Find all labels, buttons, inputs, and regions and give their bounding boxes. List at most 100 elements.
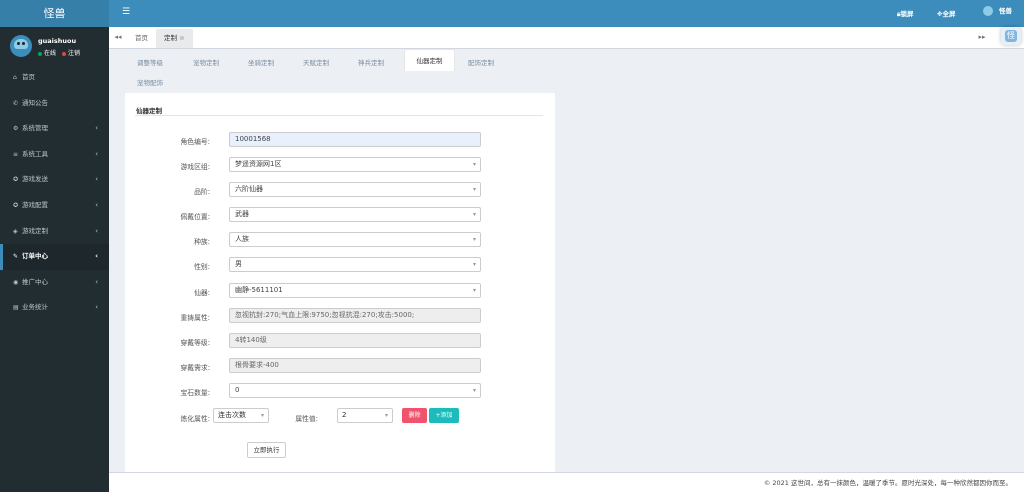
tab-close-icon[interactable]: ⊗ [179,34,184,42]
tab-scroll-left-icon[interactable]: ◂◂ [109,27,127,48]
field-select[interactable]: 梦遥资源网1区 [229,157,481,172]
sidebar-menu: ⌂ 首页 ✆ 通知公告 ⚙ 系统管理 ‹ ≡ 系统工具 ‹ ✪ 游戏发送 ‹ ✪ 游戏配置 ‹ ◈ 游戏定制 ‹ ✎ 订… [0,65,109,321]
sidebar-item-8[interactable]: ◉ 推广中心 ‹ [0,270,109,296]
chevron-left-icon: ‹ [95,277,98,286]
field-select[interactable]: 0 [229,383,481,398]
chevron-left-icon: ‹ [95,200,98,209]
attr-value-select[interactable]: 2 [337,408,393,423]
footer: © 2021 这世间，总有一抹颜色，温暖了季节。愿时光深处，每一种欣然都因你而至… [109,472,1024,492]
online-label: 在线 [44,50,57,57]
chevron-left-icon: ‹ [95,303,98,312]
chevron-left-icon: ‹ [95,252,98,261]
field-input: 忽视抗封:270;气血上限:9750;忽视抗混:270;攻击:5000; [229,308,481,323]
sidebar-item-7[interactable]: ✎ 订单中心 ‹ [0,244,109,270]
form-panel: 仙器定制 角色编号: 10001568 游戏区组: 梦遥资源网1区品阶: 六阶仙器佩戴位… [125,93,555,472]
field-label: 穿戴需求: [180,364,210,372]
refine-label: 炼化属性: [180,415,210,423]
field-select[interactable]: 六阶仙器 [229,182,481,197]
chevron-left-icon: ‹ [95,175,98,184]
sidebar-item-1[interactable]: ✆ 通知公告 [0,91,109,117]
field-input: 4转140级 [229,333,481,348]
field-label: 重铸属性: [180,314,210,322]
sidebar-item-label: 游戏发送 [22,175,48,184]
floating-helper-icon[interactable]: 怪 [1001,27,1021,45]
sidebar-item-label: 游戏配置 [22,200,48,209]
subtab-3[interactable]: 天赋定制 [295,53,337,73]
add-button[interactable]: +添加 [429,408,459,423]
field-select[interactable]: 幽静-5611101 [229,283,481,298]
subtab-5[interactable]: 仙器定制 [404,49,455,71]
sidebar-item-6[interactable]: ◈ 游戏定制 ‹ [0,219,109,245]
fullscreen-button[interactable]: ✥全屏 [937,8,955,18]
sub-tabs: 调整等级 宠物定制 坐骑定制 天赋定制 神兵定制 仙器定制 配饰定制宠物配饰 [109,49,1024,93]
sidebar-item-label: 业务统计 [22,303,48,312]
tab-scroll-right-icon[interactable]: ▸▸ [973,27,991,48]
field-label: 仙器: [194,289,210,297]
logout-dot-icon [61,51,66,56]
sidebar-item-0[interactable]: ⌂ 首页 [0,65,109,91]
field-label: 游戏区组: [180,163,210,171]
wrench-icon: ✎ [13,253,19,261]
attr-value-label: 属性值: [295,415,318,423]
avatar [10,35,32,57]
field-label: 种族: [194,238,210,246]
subtab-1[interactable]: 宠物定制 [185,53,227,73]
sidebar-item-label: 推广中心 [22,277,48,286]
field-label: 宝石数量: [180,389,210,397]
user-name: guaishuou [38,37,77,45]
home-icon: ⌂ [13,74,17,81]
sidebar-item-3[interactable]: ≡ 系统工具 ‹ [0,142,109,168]
page-tab-bar: ◂◂ 首页 定制 ⊗ ▸▸ [109,27,1024,49]
field-input[interactable]: 10001568 [229,132,481,147]
field-label: 品阶: [194,188,210,196]
online-dot-icon [38,51,42,56]
subtab-6[interactable]: 配饰定制 [460,53,502,73]
lock-button[interactable]: 🔒︎锁屏 [897,8,913,19]
chevron-left-icon: ‹ [95,226,98,235]
user-menu[interactable]: 怪兽 [983,5,1012,16]
field-select[interactable]: 武器 [229,207,481,222]
compass-icon: ◈ [13,227,18,235]
user-avatar-icon [983,6,993,16]
subtab-2[interactable]: 坐骑定制 [240,53,282,73]
field-select[interactable]: 人族 [229,232,481,247]
tab-home[interactable]: 首页 [127,29,156,48]
divider [135,115,543,116]
list-icon: ≡ [13,150,19,158]
execute-button[interactable]: 立即执行 [247,442,286,458]
logout-link[interactable]: 注销 [68,50,80,57]
app-logo[interactable]: 怪兽 [0,0,109,27]
subtab-4[interactable]: 神兵定制 [350,53,392,73]
chart-icon: ▤ [13,304,19,312]
main-content: 调整等级 宠物定制 坐骑定制 天赋定制 神兵定制 仙器定制 配饰定制 宠物配饰 仙器定制 角色… [109,49,1024,472]
subtab-0[interactable]: 调整等级 [129,53,171,73]
sidebar-item-4[interactable]: ✪ 游戏发送 ‹ [0,167,109,193]
field-label: 穿戴等级: [180,339,210,347]
field-label: 角色编号: [180,138,210,146]
subtab-7[interactable]: 宠物配饰 [129,73,171,93]
top-navbar: ☰ 🔒︎锁屏 ✥全屏 怪兽 [109,0,1024,27]
gamepad-icon: ✪ [13,201,19,209]
sidebar-item-5[interactable]: ✪ 游戏配置 ‹ [0,193,109,219]
user-status: 在线 注销 [38,48,80,57]
sidebar-item-label: 通知公告 [22,98,48,107]
form-title: 仙器定制 [136,107,162,115]
menu-toggle-icon[interactable]: ☰ [122,7,130,17]
sidebar-item-label: 订单中心 [22,252,48,261]
sidebar-item-2[interactable]: ⚙ 系统管理 ‹ [0,116,109,142]
gamepad-icon: ✪ [13,176,19,184]
field-select[interactable]: 男 [229,257,481,272]
sidebar-item-label: 首页 [22,73,35,81]
delete-button[interactable]: 删除 [402,408,427,423]
gear-icon: ⚙ [13,125,19,133]
chevron-left-icon: ‹ [95,149,98,158]
tab-current[interactable]: 定制 ⊗ [156,29,193,48]
chevron-left-icon: ‹ [95,124,98,133]
eye-icon: ◉ [13,278,19,286]
field-label: 性别: [194,263,210,271]
bullhorn-icon: ✆ [13,99,19,107]
sidebar-item-9[interactable]: ▤ 业务统计 ‹ [0,295,109,321]
sidebar-item-label: 系统工具 [22,149,48,158]
field-input: 根骨要求-400 [229,358,481,373]
sidebar: 怪兽 guaishuou 在线 注销 ⌂ 首页 ✆ 通知公告 ⚙ 系统管理 ‹ ≡ 系统工具 ‹ ✪… [0,0,109,492]
